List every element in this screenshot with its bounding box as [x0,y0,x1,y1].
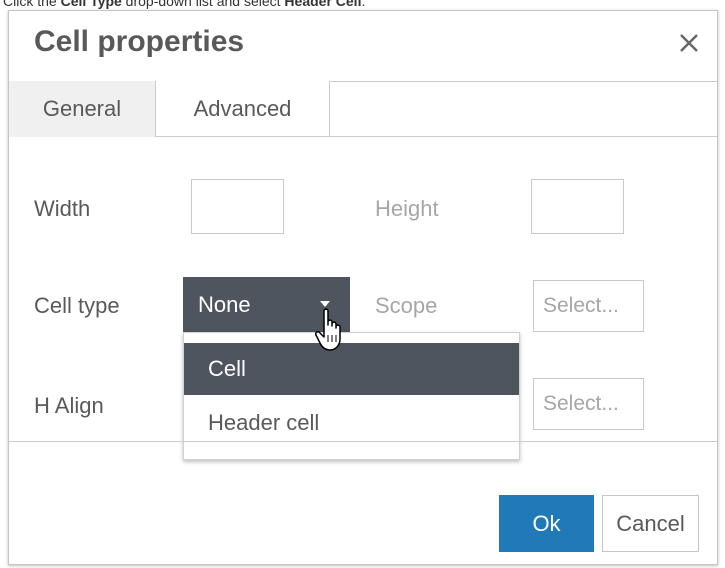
instruction-emphasis-cell-type: Cell Type [60,0,122,9]
cancel-button[interactable]: Cancel [602,495,699,552]
scope-select[interactable]: Select... [533,280,644,332]
h-align-select[interactable]: Select... [533,378,644,430]
dialog-footer: Ok Cancel [9,441,717,567]
hand-cursor-icon [315,308,341,351]
cell-type-value: None [198,292,251,317]
cell-properties-dialog: Cell properties General Advanced Width H… [8,10,718,565]
height-input[interactable] [531,179,624,234]
instruction-prefix: Click the [3,0,61,9]
instruction-text: Click the Cell Type drop-down list and s… [3,0,365,9]
instruction-emphasis-header-cell: Header Cell [284,0,362,9]
dialog-header: Cell properties [9,11,717,82]
close-button[interactable] [675,29,703,57]
width-label: Width [34,196,91,221]
cell-type-label: Cell type [34,293,120,318]
ok-button[interactable]: Ok [499,495,594,552]
scope-label: Scope [375,293,438,318]
tab-advanced[interactable]: Advanced [156,81,330,136]
instruction-suffix: . [361,0,366,9]
dialog-title: Cell properties [34,25,245,58]
dialog-tabs: General Advanced [9,81,717,137]
dropdown-option-cell[interactable]: Cell [184,343,519,395]
tab-general[interactable]: General [9,81,156,137]
instruction-middle: drop-down list and select [121,0,285,9]
height-label: Height [375,196,439,221]
h-align-label: H Align [34,393,104,418]
width-input[interactable] [191,179,284,234]
close-icon [680,34,698,52]
